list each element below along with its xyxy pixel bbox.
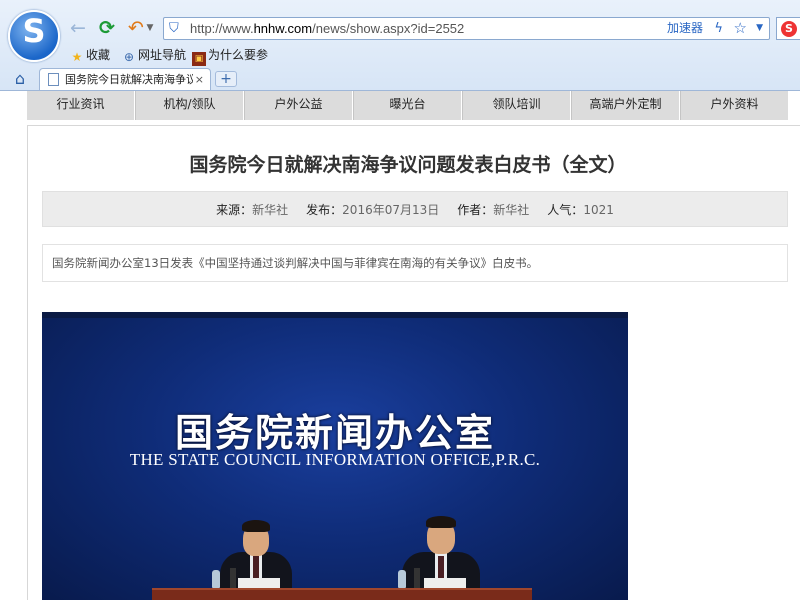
site-favicon: ▣ <box>192 52 206 66</box>
meta-label: 作者： <box>457 202 494 217</box>
url-path: /news/show.aspx?id=2552 <box>312 21 465 36</box>
nav-item-industry-news[interactable]: 行业资讯 <box>27 91 135 120</box>
bookmark-site[interactable]: ▣ 为什么要参 <box>192 46 269 66</box>
nav-item-charity[interactable]: 户外公益 <box>244 91 353 120</box>
accelerator-button[interactable]: 加速器 <box>667 18 703 39</box>
favorite-star-icon[interactable]: ☆ <box>734 18 747 39</box>
meta-value: 新华社 <box>252 202 289 217</box>
meta-source: 来源：新华社 <box>216 201 288 218</box>
press-conference-photo: 国务院新闻办公室 THE STATE COUNCIL INFORMATION O… <box>42 312 628 600</box>
browser-chrome: ← ⟳ ↶ ▼ ⛉ http://www.hnhw.com/news/show.… <box>0 0 800 90</box>
podium-desk <box>152 588 532 600</box>
url-text[interactable]: http://www.hnhw.com/news/show.aspx?id=25… <box>190 18 464 39</box>
nav-item-exposure[interactable]: 曝光台 <box>353 91 462 120</box>
microphone <box>414 568 420 588</box>
article-meta: 来源：新华社 发布：2016年07月13日 作者：新华社 人气：1021 <box>42 191 788 227</box>
page-viewport: 行业资讯 机构/领队 户外公益 曝光台 领队培训 高端户外定制 户外资料 国务院… <box>0 90 800 600</box>
url-prefix: http://www. <box>190 21 254 36</box>
refresh-icon[interactable]: ⟳ <box>95 15 119 41</box>
nameplate <box>424 578 466 588</box>
sogou-browser-logo[interactable] <box>8 10 60 62</box>
sogou-search-icon: S <box>781 21 797 37</box>
page-icon <box>48 73 59 86</box>
meta-label: 来源： <box>216 202 253 217</box>
microphone <box>230 568 236 588</box>
globe-icon: ⊕ <box>123 50 135 64</box>
backdrop-english-text: THE STATE COUNCIL INFORMATION OFFICE,P.R… <box>129 450 541 469</box>
tab-title: 国务院今日就解决南海争议问题发表白皮书 <box>65 73 193 86</box>
search-engine-box[interactable]: S <box>776 17 800 40</box>
nameplate <box>238 578 280 588</box>
new-tab-button[interactable]: + <box>215 71 237 87</box>
article: 国务院今日就解决南海争议问题发表白皮书（全文） 来源：新华社 发布：2016年0… <box>27 125 800 600</box>
back-arrow-icon[interactable]: ← <box>66 15 90 41</box>
meta-views: 人气：1021 <box>547 201 614 218</box>
star-icon: ★ <box>71 50 83 64</box>
article-summary: 国务院新闻办公室13日发表《中国坚持通过谈判解决中国与菲律宾在南海的有关争议》白… <box>42 244 788 282</box>
meta-label: 人气： <box>547 202 584 217</box>
shield-icon: ⛉ <box>169 21 179 36</box>
nav-item-custom[interactable]: 高端户外定制 <box>571 91 680 120</box>
bookmark-nav[interactable]: ⊕ 网址导航 <box>122 46 186 64</box>
water-bottle <box>212 570 220 588</box>
tab-active[interactable]: 国务院今日就解决南海争议问题发表白皮书 × <box>39 68 211 90</box>
meta-published: 发布：2016年07月13日 <box>306 201 439 218</box>
address-dropdown-icon[interactable]: ▼ <box>756 18 763 39</box>
bookmark-label: 为什么要参 <box>208 48 269 62</box>
nav-item-training[interactable]: 领队培训 <box>462 91 571 120</box>
meta-value: 新华社 <box>493 202 530 217</box>
meta-author: 作者：新华社 <box>457 201 529 218</box>
url-domain: hnhw.com <box>253 21 313 36</box>
bookmark-label: 网址导航 <box>138 48 187 62</box>
water-bottle <box>398 570 406 588</box>
close-icon[interactable]: × <box>195 69 204 90</box>
nav-item-resources[interactable]: 户外资料 <box>680 91 788 120</box>
article-title: 国务院今日就解决南海争议问题发表白皮书（全文） <box>189 154 627 176</box>
backdrop-chinese-text: 国务院新闻办公室 <box>174 411 495 455</box>
meta-label: 发布： <box>306 202 343 217</box>
chevron-down-icon[interactable]: ▼ <box>145 15 155 41</box>
tab-strip: ⌂ 国务院今日就解决南海争议问题发表白皮书 × + <box>0 68 800 90</box>
address-bar[interactable]: ⛉ http://www.hnhw.com/news/show.aspx?id=… <box>163 17 770 40</box>
meta-value: 1021 <box>583 202 614 217</box>
main-nav: 行业资讯 机构/领队 户外公益 曝光台 领队培训 高端户外定制 户外资料 <box>27 91 788 120</box>
home-icon[interactable]: ⌂ <box>10 70 30 88</box>
bookmark-label: 收藏 <box>86 48 111 62</box>
meta-value: 2016年07月13日 <box>342 202 440 217</box>
nav-item-organizations[interactable]: 机构/领队 <box>135 91 244 120</box>
bookmark-favorites[interactable]: ★ 收藏 <box>70 46 110 64</box>
photo-top-band <box>42 312 628 318</box>
lightning-icon[interactable]: ϟ <box>714 18 723 39</box>
